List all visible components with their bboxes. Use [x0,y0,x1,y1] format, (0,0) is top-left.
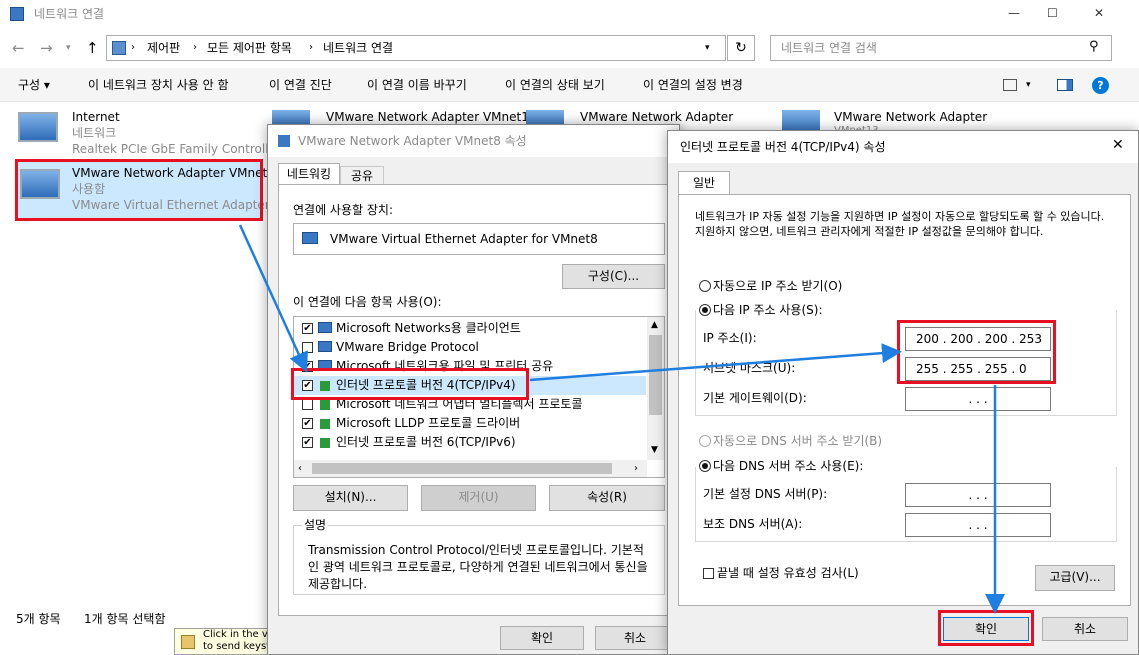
arrow-item-to-ip [529,343,902,382]
annotation-arrows [238,224,1005,614]
arrow-adapter-to-item [238,224,308,373]
